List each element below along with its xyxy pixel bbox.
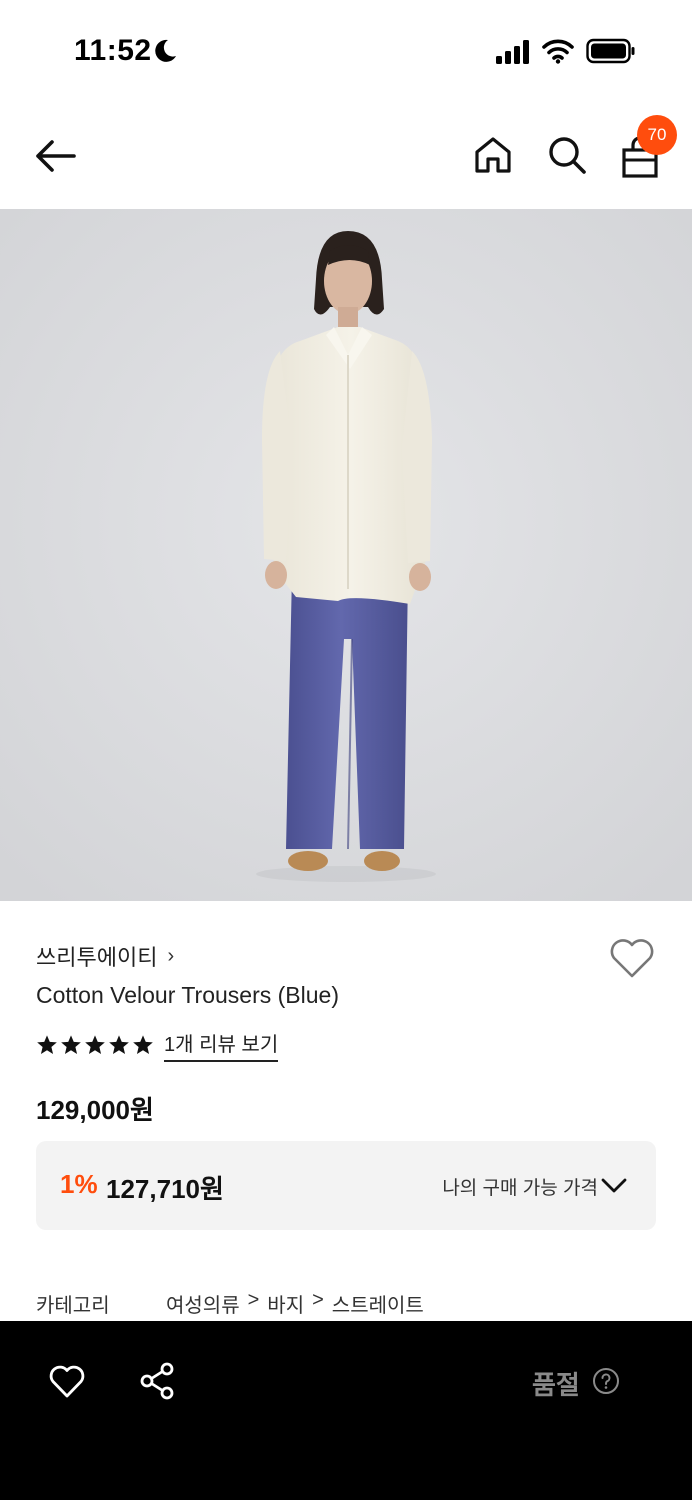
category-breadcrumb: 여성의류 > 바지 > 스트레이트 — [166, 1289, 424, 1318]
chevron-right-icon: › — [167, 944, 175, 967]
chevron-right-icon: > — [247, 1289, 260, 1311]
category-label: 카테고리 — [36, 1295, 110, 1317]
cart-count-badge: 70 — [637, 115, 677, 155]
heart-icon[interactable] — [48, 1363, 86, 1399]
product-photo — [0, 209, 692, 901]
discount-rate: 1% — [60, 1169, 98, 1199]
chevron-right-icon: > — [312, 1289, 324, 1311]
rating-row: 1개 리뷰 보기 — [36, 1028, 279, 1062]
signal-icon — [496, 40, 529, 64]
star-icon — [85, 1035, 105, 1054]
bottom-action-bar: 품절 — [0, 1321, 692, 1500]
star-icon — [61, 1035, 81, 1054]
product-name: Cotton Velour Trousers (Blue) — [36, 982, 339, 1008]
battery-icon — [586, 38, 635, 64]
back-arrow-icon[interactable] — [32, 136, 80, 176]
chevron-down-icon — [601, 1178, 627, 1193]
my-price-dropdown[interactable]: 1% 127,710원 나의 구매 가능 가격 — [36, 1141, 656, 1230]
wifi-icon — [542, 39, 574, 64]
brand-link[interactable]: 쓰리투에이티 › — [36, 940, 174, 972]
category-row: 카테고리 여성의류 > 바지 > 스트레이트 — [36, 1289, 424, 1318]
top-navigation-bar — [0, 100, 692, 208]
rating-stars — [36, 1034, 154, 1056]
breadcrumb-item[interactable]: 바지 — [267, 1289, 304, 1318]
original-price: 129,000원 — [36, 1095, 154, 1125]
review-link[interactable]: 1개 리뷰 보기 — [164, 1028, 279, 1062]
star-icon — [37, 1035, 57, 1054]
breadcrumb-item[interactable]: 여성의류 — [166, 1289, 240, 1318]
search-icon[interactable] — [546, 134, 588, 176]
brand-name: 쓰리투에이티 — [36, 945, 158, 970]
share-icon[interactable] — [138, 1361, 176, 1401]
soldout-label: 품절 — [532, 1370, 580, 1400]
status-bar: 11:52 — [0, 0, 692, 100]
heart-icon[interactable] — [608, 936, 656, 980]
help-icon[interactable] — [592, 1367, 620, 1395]
status-time: 11:52 — [74, 34, 152, 67]
home-icon[interactable] — [472, 134, 514, 176]
breadcrumb-item[interactable]: 스트레이트 — [332, 1289, 424, 1318]
star-icon — [133, 1035, 153, 1054]
star-icon — [109, 1035, 129, 1054]
product-image[interactable] — [0, 209, 692, 901]
my-price-label: 나의 구매 가능 가격 — [442, 1178, 598, 1199]
moon-icon — [155, 39, 176, 62]
discount-price: 127,710원 — [106, 1174, 224, 1204]
